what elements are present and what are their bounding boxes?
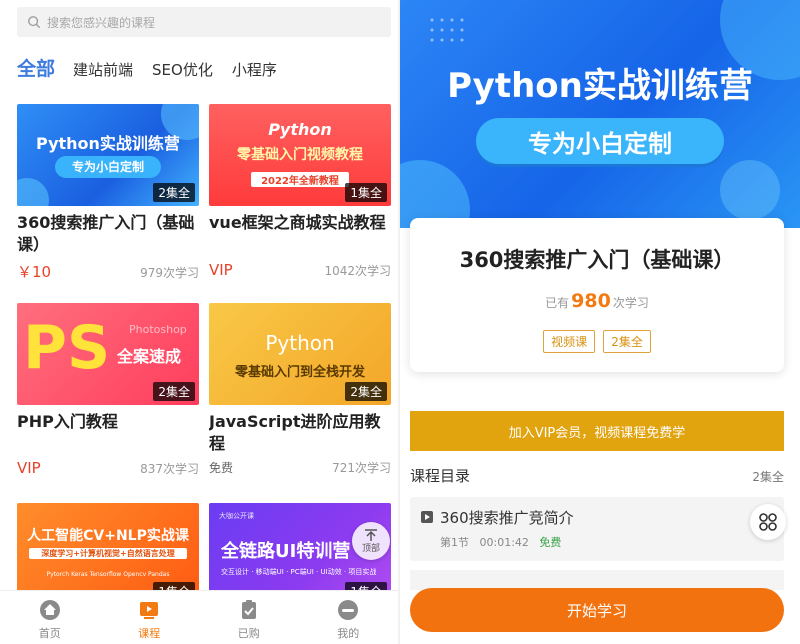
back-to-top-button[interactable]: 顶部	[352, 522, 390, 560]
purchased-icon	[241, 600, 256, 619]
search-placeholder: 搜索您感兴趣的课程	[47, 15, 156, 30]
thumb-title: Python	[265, 331, 335, 355]
search-icon	[28, 16, 41, 29]
thumb-subtitle: 零基础入门视频教程	[237, 147, 363, 163]
episode-badge: 2集全	[153, 382, 195, 401]
app-root: 搜索您感兴趣的课程 全部 建站前端 SEO优化 小程序 Python实战训练营 …	[0, 0, 800, 644]
nav-courses[interactable]: 课程	[100, 591, 200, 644]
course-info-card: 360搜索推广入门（基础课） 已有 980 次学习 视频课 2集全	[410, 218, 784, 372]
start-learning-button[interactable]: 开始学习	[410, 588, 784, 632]
course-list-panel: 搜索您感兴趣的课程 全部 建站前端 SEO优化 小程序 Python实战训练营 …	[0, 0, 398, 644]
tag-video: 视频课	[543, 330, 596, 353]
lesson-price: 免费	[539, 536, 562, 549]
study-count: 837次学习	[140, 462, 199, 476]
hero-subtitle: 专为小白定制	[528, 130, 672, 158]
arrow-up-icon	[365, 528, 377, 541]
course-title: PHP入门教程	[17, 412, 118, 431]
home-icon	[39, 600, 60, 620]
tab-miniprogram[interactable]: 小程序	[232, 59, 277, 80]
course-card[interactable]: Python 零基础入门视频教程 2022年全新教程 1集全 vue框架之商城实…	[209, 104, 391, 279]
course-thumbnail: Python实战训练营 专为小白定制 2集全	[17, 104, 199, 206]
hero-title: Python实战训练营	[447, 66, 753, 106]
thumb-subtitle: 深度学习+计算机视觉+自然语言处理	[29, 548, 187, 559]
course-detail-panel: Python实战训练营 专为小白定制 360搜索推广入门（基础课） 已有 980 次…	[400, 0, 800, 644]
course-hero-banner: Python实战训练营 专为小白定制	[400, 0, 800, 228]
menu-grid-button[interactable]	[750, 504, 786, 540]
study-count: 1042次学习	[324, 264, 391, 278]
course-icon	[140, 602, 159, 619]
episode-badge: 2集全	[345, 382, 387, 401]
stats-count: 980	[571, 290, 611, 312]
vip-join-banner[interactable]: 加入VIP会员，视频课程免费学	[410, 411, 784, 451]
stats-suffix: 次学习	[612, 296, 649, 310]
course-meta: ￥10 979次学习	[17, 261, 199, 282]
thumb-subtitle: 全案速成	[117, 347, 182, 366]
nav-profile-label: 我的	[337, 627, 360, 640]
course-meta: 免费 721次学习	[209, 459, 391, 476]
course-price: VIP	[17, 459, 41, 477]
course-card[interactable]: Python 零基础入门到全栈开发 2集全 JavaScript进阶应用教程 免…	[209, 303, 391, 475]
tab-seo[interactable]: SEO优化	[152, 59, 213, 80]
course-price: 免费	[209, 461, 234, 475]
nav-home[interactable]: 首页	[0, 591, 100, 644]
episode-badge: 1集全	[345, 183, 387, 202]
thumb-subtitle: 专为小白定制	[55, 156, 161, 178]
stats-prefix: 已有	[545, 296, 570, 310]
nav-courses-label: 课程	[138, 627, 161, 640]
bottom-nav: 首页 课程 已购 我的	[0, 590, 398, 644]
course-price: ￥10	[17, 263, 52, 281]
back-to-top-label: 顶部	[361, 543, 380, 554]
thumb-title: Python实战训练营	[36, 134, 180, 153]
study-count: 721次学习	[332, 461, 391, 475]
lesson-title: 360搜索推广竞简介	[440, 509, 574, 527]
course-meta: VIP 1042次学习	[209, 261, 391, 279]
tag-episodes: 2集全	[603, 330, 651, 353]
thumb-badge: 大咖公开课	[219, 512, 254, 520]
lesson-item[interactable]	[410, 570, 784, 590]
tab-all[interactable]: 全部	[17, 54, 55, 81]
thumb-title: Python	[268, 120, 332, 139]
search-input[interactable]: 搜索您感兴趣的课程	[17, 7, 391, 37]
lesson-duration: 00:01:42	[479, 536, 529, 549]
thumb-tagline: 2022年全新教程	[251, 172, 349, 187]
catalog-title: 课程目录	[410, 467, 471, 485]
thumb-title: PS	[23, 313, 111, 383]
category-tabs: 全部 建站前端 SEO优化 小程序	[17, 54, 296, 84]
thumb-title: 全链路UI特训营	[221, 541, 351, 562]
thumb-title: 人工智能CV+NLP实战课	[27, 528, 189, 544]
lesson-section: 第1节	[440, 536, 469, 549]
thumb-tagline: Pytorch Keras Tensorflow Opencv Pandas	[46, 571, 170, 578]
nav-purchased[interactable]: 已购	[199, 591, 299, 644]
grid-menu-icon	[759, 513, 777, 531]
profile-icon	[338, 600, 359, 620]
course-title: vue框架之商城实战教程	[209, 213, 386, 232]
nav-purchased-label: 已购	[237, 627, 260, 640]
nav-profile[interactable]: 我的	[299, 591, 399, 644]
lesson-meta: 第1节 00:01:42 免费	[440, 534, 561, 550]
thumb-watermark: Photoshop	[129, 323, 187, 336]
thumb-subtitle: 零基础入门到全栈开发	[234, 365, 365, 380]
tab-frontend[interactable]: 建站前端	[73, 59, 133, 80]
course-price: VIP	[209, 261, 233, 279]
course-thumbnail: Python 零基础入门视频教程 2022年全新教程 1集全	[209, 104, 391, 206]
hero-decoration	[400, 0, 800, 228]
course-title: 360搜索推广入门（基础课）	[17, 213, 195, 254]
course-thumbnail: Python 零基础入门到全栈开发 2集全	[209, 303, 391, 405]
play-icon	[421, 511, 433, 523]
nav-home-label: 首页	[38, 627, 61, 640]
course-card[interactable]: Python实战训练营 专为小白定制 2集全 360搜索推广入门（基础课） ￥1…	[17, 104, 199, 281]
thumb-tagline: 交互设计 · 移动端UI · PC端UI · UI动效 · 项目实战	[221, 568, 377, 576]
course-meta: VIP 837次学习	[17, 459, 199, 477]
course-title: 360搜索推广入门（基础课）	[459, 248, 735, 272]
course-title: JavaScript进阶应用教程	[209, 412, 381, 453]
course-card[interactable]: Photoshop PS 全案速成 2集全 PHP入门教程 VIP 837次学习	[17, 303, 199, 477]
course-thumbnail: Photoshop PS 全案速成 2集全	[17, 303, 199, 405]
episode-badge: 2集全	[153, 183, 195, 202]
study-count: 979次学习	[140, 266, 199, 280]
study-stats: 已有 980 次学习	[410, 290, 784, 312]
lesson-item[interactable]: 360搜索推广竞简介 第1节 00:01:42 免费	[410, 497, 786, 561]
course-tags: 视频课 2集全	[410, 330, 784, 353]
catalog-count: 2集全	[752, 470, 784, 484]
catalog-header: 课程目录 2集全	[410, 465, 784, 486]
